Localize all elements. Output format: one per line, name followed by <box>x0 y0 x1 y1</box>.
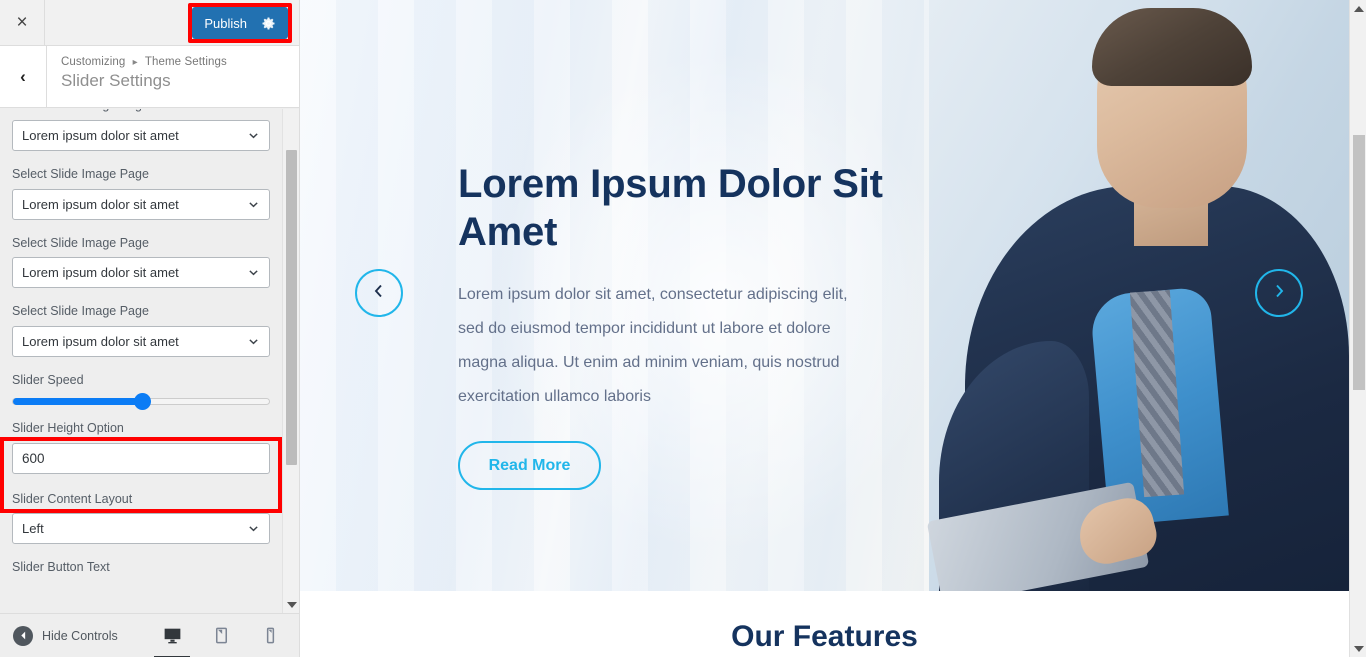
sidebar-scrollbar-thumb[interactable] <box>286 150 297 465</box>
control-label: Slider Button Text <box>12 560 110 575</box>
collapse-left-icon <box>13 625 33 646</box>
breadcrumb-separator-icon: ▸ <box>132 57 138 68</box>
panel-back-button[interactable]: ‹ <box>0 46 47 107</box>
control-label: Slider Speed <box>12 373 84 387</box>
control-slider-height-option: Slider Height Option <box>12 419 288 474</box>
select-slider-content-layout[interactable]: Left <box>12 513 270 545</box>
control-label: Select Slide Image Page <box>12 304 149 319</box>
control-slider-content-layout: Slider Content Layout Left <box>12 490 288 545</box>
slider-prev-button[interactable] <box>355 269 403 317</box>
site-preview: Lorem Ipsum Dolor Sit Amet Lorem ipsum d… <box>300 0 1349 657</box>
select-value: Lorem ipsum dolor sit amet <box>22 265 179 281</box>
slider-height-input[interactable] <box>12 442 270 474</box>
publish-button[interactable]: Publish <box>192 7 288 39</box>
desktop-icon[interactable] <box>154 625 190 657</box>
tablet-icon[interactable] <box>210 625 232 647</box>
control-slider-speed: Slider Speed <box>12 371 288 410</box>
browser-scrollbar[interactable] <box>1349 0 1366 657</box>
close-customizer-button[interactable]: × <box>0 0 45 45</box>
chevron-down-icon <box>247 335 260 348</box>
hide-controls-label: Hide Controls <box>42 628 118 643</box>
chevron-left-icon <box>371 283 387 304</box>
control-slider-button-text: Slider Button Text <box>12 558 288 577</box>
panel-titles: Customizing ▸ Theme Settings Slider Sett… <box>47 46 227 107</box>
select-value: Lorem ipsum dolor sit amet <box>22 196 179 212</box>
range-track[interactable] <box>12 392 270 410</box>
select-slide-image-page-3[interactable]: Lorem ipsum dolor sit amet <box>12 257 270 289</box>
control-label: Slider Height Option <box>12 420 124 435</box>
control-slide-image-page-4: Select Slide Image Page Lorem ipsum dolo… <box>12 302 288 357</box>
close-icon: × <box>16 12 28 33</box>
device-preview-switcher <box>154 625 299 657</box>
publish-button-label: Publish <box>204 15 247 31</box>
customizer-screen: × Publish ‹ Customizing ▸ Theme Settings… <box>0 0 1366 657</box>
gear-icon[interactable] <box>261 16 276 31</box>
control-label: Select Slide Image Page <box>12 166 149 181</box>
customizer-header: × Publish <box>0 0 299 46</box>
select-value: Lorem ipsum dolor sit amet <box>22 334 179 349</box>
publish-highlight-box: Publish <box>188 3 292 43</box>
customizer-sidebar: × Publish ‹ Customizing ▸ Theme Settings… <box>0 0 300 657</box>
panel-title-bar: ‹ Customizing ▸ Theme Settings Slider Se… <box>0 46 299 108</box>
features-title: Our Features <box>731 620 918 653</box>
chevron-down-icon <box>247 266 260 279</box>
hide-controls-button[interactable]: Hide Controls <box>0 625 118 646</box>
breadcrumb-root[interactable]: Customizing <box>61 56 125 68</box>
control-slide-image-page-2: Select Slide Image Page Lorem ipsum dolo… <box>12 165 288 220</box>
sidebar-scrollbar[interactable] <box>282 109 299 613</box>
range-fill <box>13 397 142 405</box>
hero-description: Lorem ipsum dolor sit amet, consectetur … <box>458 286 848 405</box>
chevron-down-icon <box>247 129 260 142</box>
range-thumb[interactable] <box>134 392 151 410</box>
read-more-button[interactable]: Read More <box>458 441 601 490</box>
hero-content: Lorem Ipsum Dolor Sit Amet Lorem ipsum d… <box>458 160 888 490</box>
control-label: Select Slide Image Page <box>12 235 149 250</box>
features-section: Our Features <box>300 591 1349 657</box>
chevron-right-icon <box>1271 283 1287 304</box>
chevron-left-icon: ‹ <box>20 66 26 86</box>
browser-scroll-down-arrow[interactable] <box>1350 640 1366 657</box>
customizer-footer: Hide Controls <box>0 613 299 657</box>
select-slide-image-page-4[interactable]: Lorem ipsum dolor sit amet <box>12 326 270 357</box>
browser-scrollbar-thumb[interactable] <box>1353 135 1365 390</box>
control-slide-image-page-3: Select Slide Image Page Lorem ipsum dolo… <box>12 234 288 289</box>
breadcrumb-section[interactable]: Theme Settings <box>145 56 227 68</box>
mobile-icon[interactable] <box>259 625 281 647</box>
controls-scroll-area: Select Slide Image Page Lorem ipsum dolo… <box>0 109 299 613</box>
control-label: Select Slide Image Page <box>12 109 288 115</box>
sidebar-scroll-down-arrow[interactable] <box>283 596 299 613</box>
select-value: Left <box>22 521 44 537</box>
breadcrumb: Customizing ▸ Theme Settings <box>61 56 227 68</box>
control-slide-image-page-1: Select Slide Image Page Lorem ipsum dolo… <box>12 109 288 151</box>
select-slide-image-page-1[interactable]: Lorem ipsum dolor sit amet <box>12 119 270 151</box>
hero-slider: Lorem Ipsum Dolor Sit Amet Lorem ipsum d… <box>300 0 1349 591</box>
select-value: Lorem ipsum dolor sit amet <box>22 127 179 143</box>
page-title: Slider Settings <box>61 71 171 90</box>
slider-next-button[interactable] <box>1255 269 1303 317</box>
slider-speed-range[interactable] <box>12 392 270 410</box>
hero-title: Lorem Ipsum Dolor Sit Amet <box>458 162 883 254</box>
chevron-down-icon <box>247 198 260 211</box>
control-label: Slider Content Layout <box>12 491 133 506</box>
chevron-down-icon <box>247 522 260 535</box>
select-slide-image-page-2[interactable]: Lorem ipsum dolor sit amet <box>12 188 270 220</box>
browser-scroll-up-arrow[interactable] <box>1350 0 1366 17</box>
